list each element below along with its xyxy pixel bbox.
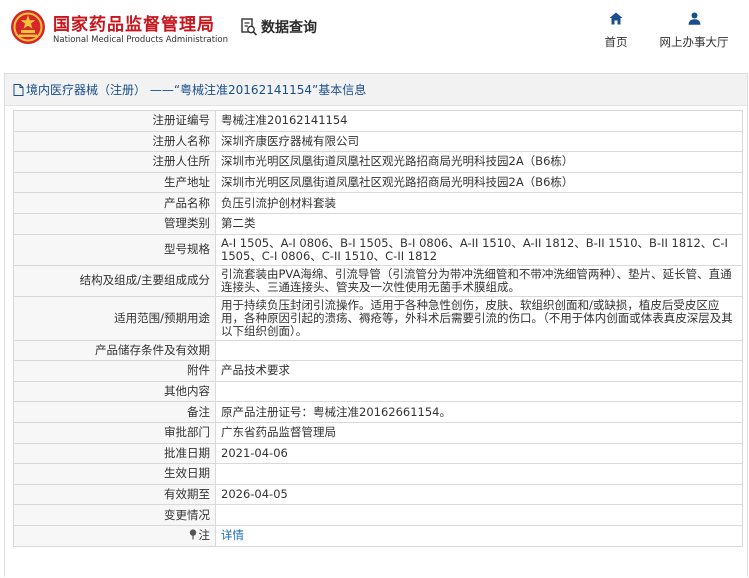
table-row: 适用范围/预期用途 用于持续负压封闭引流操作。适用于各种急性创伤，皮肤、软组织创… bbox=[13, 295, 743, 341]
field-label: 产品名称 bbox=[13, 192, 216, 214]
field-value: 引流套装由PVA海绵、引流导管（引流管分为带冲洗细管和不带冲洗细管两种）、垫片、… bbox=[215, 264, 743, 297]
nav-home-label: 首页 bbox=[604, 35, 628, 49]
field-value: 用于持续负压封闭引流操作。适用于各种急性创伤，皮肤、软组织创面和/或缺损，植皮后… bbox=[215, 295, 743, 341]
field-label: 附件 bbox=[13, 360, 216, 382]
table-row: 注册证编号 粤械注准20162141154 bbox=[13, 110, 743, 132]
field-label: 批准日期 bbox=[13, 442, 216, 465]
field-value: 粤械注准20162141154 bbox=[215, 110, 743, 132]
field-value: 产品技术要求 bbox=[215, 360, 743, 382]
field-label: 适用范围/预期用途 bbox=[13, 295, 216, 341]
field-label: 注册证编号 bbox=[13, 110, 216, 132]
table-row: 产品储存条件及有效期 bbox=[13, 339, 743, 362]
table-row: 变更情况 bbox=[13, 504, 743, 526]
data-query-link[interactable]: 数据查询 bbox=[240, 17, 317, 37]
field-label: 注册人住所 bbox=[13, 151, 216, 173]
nav-home[interactable]: 首页 bbox=[598, 12, 634, 50]
field-value bbox=[215, 463, 743, 485]
device-info-table: 注册证编号 粤械注准20162141154 注册人名称 深圳齐康医疗器械有限公司… bbox=[13, 110, 743, 547]
site-header: 国家药品监督管理局 National Medical Products Admi… bbox=[0, 0, 749, 64]
field-label: 结构及组成/主要组成成分 bbox=[13, 264, 216, 297]
field-value bbox=[215, 339, 743, 362]
table-row: 生产地址 深圳市光明区凤凰街道凤凰社区观光路招商局光明科技园2A（B6栋） bbox=[13, 171, 743, 194]
table-row: 附件 产品技术要求 bbox=[13, 360, 743, 382]
breadcrumb: 境内医疗器械（注册） ——“粤械注准20162141154”基本信息 bbox=[5, 74, 747, 106]
field-label: 审批部门 bbox=[13, 421, 216, 444]
table-row: 批准日期 2021-04-06 bbox=[13, 442, 743, 465]
field-value: 第二类 bbox=[215, 212, 743, 235]
field-label: 产品储存条件及有效期 bbox=[13, 339, 216, 362]
note-value-cell: 详情 bbox=[215, 524, 743, 547]
table-row: 备注 原产品注册证号：粤械注准20162661154。 bbox=[13, 401, 743, 423]
pin-icon bbox=[189, 529, 196, 540]
table-row: 注册人住所 深圳市光明区凤凰街道凤凰社区观光路招商局光明科技园2A（B6栋） bbox=[13, 151, 743, 173]
document-icon bbox=[13, 83, 24, 96]
field-label: 备注 bbox=[13, 401, 216, 423]
breadcrumb-text: 境内医疗器械（注册） ——“粤械注准20162141154”基本信息 bbox=[26, 83, 367, 97]
field-label: 有效期至 bbox=[13, 483, 216, 506]
table-row: 型号规格 A-I 1505、A-I 0806、B-I 1505、B-I 0806… bbox=[13, 233, 743, 266]
table-row: 注册人名称 深圳齐康医疗器械有限公司 bbox=[13, 130, 743, 153]
field-value: 2026-04-05 bbox=[215, 483, 743, 506]
details-link[interactable]: 详情 bbox=[221, 528, 244, 542]
table-row: 有效期至 2026-04-05 bbox=[13, 483, 743, 506]
field-label: 管理类别 bbox=[13, 212, 216, 235]
org-name-cn: 国家药品监督管理局 bbox=[53, 15, 215, 35]
field-value bbox=[215, 504, 743, 526]
table-row: 其他内容 bbox=[13, 380, 743, 403]
table-row-note: 注 详情 bbox=[13, 524, 743, 547]
field-value: 负压引流护创材料套装 bbox=[215, 192, 743, 214]
field-value: A-I 1505、A-I 0806、B-I 1505、B-I 0806、A-II… bbox=[215, 233, 743, 266]
content-panel: 境内医疗器械（注册） ——“粤械注准20162141154”基本信息 注册证编号… bbox=[4, 73, 748, 577]
field-label: 其他内容 bbox=[13, 380, 216, 403]
field-label: 注册人名称 bbox=[13, 130, 216, 153]
field-value: 深圳市光明区凤凰街道凤凰社区观光路招商局光明科技园2A（B6栋） bbox=[215, 151, 743, 173]
note-label: 注 bbox=[198, 528, 211, 543]
user-icon bbox=[688, 12, 700, 25]
field-label: 生产地址 bbox=[13, 171, 216, 194]
table-row: 产品名称 负压引流护创材料套装 bbox=[13, 192, 743, 214]
nav-online-service-label: 网上办事大厅 bbox=[659, 35, 729, 49]
data-query-label: 数据查询 bbox=[261, 20, 317, 36]
field-label: 生效日期 bbox=[13, 463, 216, 485]
field-value: 深圳市光明区凤凰街道凤凰社区观光路招商局光明科技园2A（B6栋） bbox=[215, 171, 743, 194]
national-emblem-icon bbox=[11, 10, 45, 44]
note-label-cell: 注 bbox=[13, 524, 216, 547]
search-document-icon bbox=[241, 18, 258, 36]
table-row: 管理类别 第二类 bbox=[13, 212, 743, 235]
field-value: 深圳齐康医疗器械有限公司 bbox=[215, 130, 743, 153]
home-icon bbox=[609, 12, 623, 25]
field-value: 2021-04-06 bbox=[215, 442, 743, 465]
field-value: 原产品注册证号：粤械注准20162661154。 bbox=[215, 401, 743, 423]
nav-online-service[interactable]: 网上办事大厅 bbox=[652, 12, 736, 50]
table-row: 审批部门 广东省药品监督管理局 bbox=[13, 421, 743, 444]
field-label: 变更情况 bbox=[13, 504, 216, 526]
org-name-en: National Medical Products Administration bbox=[53, 35, 228, 45]
table-row: 结构及组成/主要组成成分 引流套装由PVA海绵、引流导管（引流管分为带冲洗细管和… bbox=[13, 264, 743, 297]
table-row: 生效日期 bbox=[13, 463, 743, 485]
field-label: 型号规格 bbox=[13, 233, 216, 266]
field-value: 广东省药品监督管理局 bbox=[215, 421, 743, 444]
field-value bbox=[215, 380, 743, 403]
